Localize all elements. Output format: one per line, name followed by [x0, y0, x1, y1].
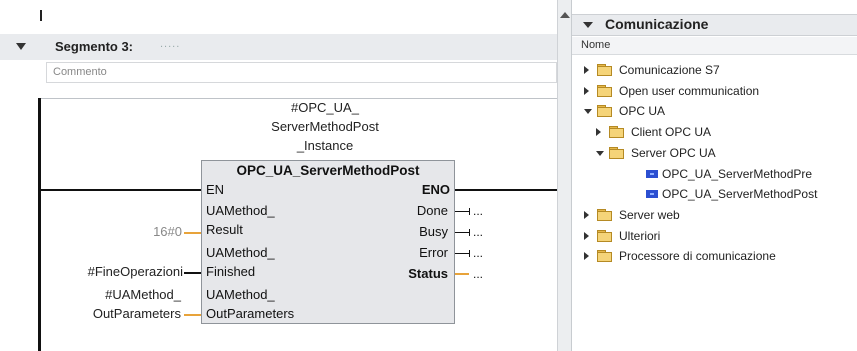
segment-name-placeholder[interactable]: .....: [160, 38, 180, 50]
error-tick: [469, 250, 470, 257]
tree-item[interactable]: Processore di comunicazione: [572, 247, 857, 267]
instance-db-line-2[interactable]: ServerMethodPost: [255, 119, 395, 134]
panel-title[interactable]: Comunicazione: [605, 16, 708, 32]
function-block-title[interactable]: OPC_UA_ServerMethodPost: [201, 163, 455, 178]
done-unassigned[interactable]: ...: [473, 204, 483, 218]
communication-panel: Comunicazione Nome Comunicazione S7 Open …: [571, 0, 857, 351]
cursor-mark: [40, 10, 42, 21]
tree-item-label: Server OPC UA: [631, 145, 716, 160]
tree-item[interactable]: Open user communication: [572, 82, 857, 102]
tree-item[interactable]: OPC_UA_ServerMethodPre: [572, 165, 857, 185]
actual-outparameters-2[interactable]: OutParameters: [60, 306, 181, 321]
tree-item-label: OPC_UA_ServerMethodPre: [662, 166, 813, 181]
busy-tick: [469, 229, 470, 236]
tree-item-label: OPC UA: [619, 104, 666, 119]
function-block-icon: [646, 169, 658, 178]
tree-item[interactable]: Server web: [572, 206, 857, 226]
segment-comment-field[interactable]: Commento: [46, 62, 557, 83]
eno-wire: [455, 189, 557, 191]
tree-item-label: Ulteriori: [619, 228, 661, 243]
finished-wire: [184, 272, 201, 274]
pin-eno: ENO: [421, 182, 450, 197]
editor-scrollbar[interactable]: [557, 0, 572, 351]
collapsed-arrow-icon[interactable]: [584, 66, 589, 74]
function-block-icon: [646, 190, 658, 199]
pin-busy: Busy: [419, 224, 448, 239]
tree-item-label: Comunicazione S7: [619, 63, 720, 77]
network-top-border: [38, 98, 557, 99]
error-wire: [455, 253, 469, 254]
pin-status: Status: [408, 266, 448, 281]
instance-db-line-3[interactable]: _Instance: [255, 138, 395, 153]
folder-icon: [609, 146, 625, 159]
tree-item-label: Processore di comunicazione: [619, 249, 776, 264]
pin-uamethod-result-2: Result: [206, 222, 243, 237]
busy-wire: [455, 232, 469, 233]
result-wire: [184, 232, 201, 234]
actual-finished-value[interactable]: #FineOperazioni: [60, 264, 183, 279]
power-rail: [38, 98, 41, 351]
folder-icon: [609, 126, 625, 139]
outparameters-wire: [184, 314, 201, 316]
tree-item[interactable]: Comunicazione S7: [572, 61, 857, 81]
status-wire: [455, 273, 469, 275]
folder-icon: [597, 105, 613, 118]
tree-item[interactable]: OPC UA: [572, 102, 857, 122]
segment-title: Segmento 3:: [55, 39, 134, 54]
pin-en: EN: [206, 182, 225, 197]
folder-icon: [597, 208, 613, 221]
folder-icon: [597, 64, 613, 76]
collapsed-arrow-icon[interactable]: [596, 128, 601, 137]
tree-item[interactable]: OPC_UA_ServerMethodPost: [572, 185, 857, 205]
collapsed-arrow-icon[interactable]: [584, 210, 589, 219]
pin-uamethod-finished-2: Finished: [206, 264, 256, 279]
instance-db-line-1[interactable]: #OPC_UA_: [255, 100, 395, 115]
ladder-editor[interactable]: Segmento 3: ..... Commento #OPC_UA_ Serv…: [0, 0, 557, 351]
busy-unassigned[interactable]: ...: [473, 225, 483, 239]
pin-uamethod-outparameters-2: OutParameters: [206, 306, 295, 321]
pin-uamethod-finished-1: UAMethod_: [206, 245, 275, 260]
expanded-arrow-icon[interactable]: [584, 109, 592, 115]
expanded-arrow-icon[interactable]: [596, 150, 604, 156]
tree-item[interactable]: Ulteriori: [572, 227, 857, 247]
collapsed-arrow-icon[interactable]: [584, 231, 589, 240]
en-wire: [40, 189, 201, 191]
tree-item-label: Open user communication: [619, 83, 760, 98]
tree-item[interactable]: Client OPC UA: [572, 123, 857, 143]
collapse-arrow-icon[interactable]: [16, 43, 26, 50]
chevron-down-icon[interactable]: [583, 22, 593, 28]
folder-icon: [597, 84, 613, 97]
tree-item-label: Server web: [619, 207, 680, 222]
actual-result-value[interactable]: 16#0: [120, 224, 182, 239]
pin-done: Done: [416, 203, 448, 218]
status-unassigned[interactable]: ...: [473, 267, 483, 281]
done-wire: [455, 211, 469, 212]
error-unassigned[interactable]: ...: [473, 246, 483, 260]
done-tick: [469, 208, 470, 215]
pin-error: Error: [419, 245, 448, 260]
folder-icon: [597, 250, 613, 263]
column-header[interactable]: Nome: [572, 37, 857, 55]
collapsed-arrow-icon[interactable]: [584, 86, 589, 95]
pin-uamethod-result-1: UAMethod_: [206, 203, 275, 218]
scroll-up-arrow-icon[interactable]: [560, 12, 570, 18]
pin-uamethod-outparameters-1: UAMethod_: [206, 287, 275, 302]
tree-item-label: OPC_UA_ServerMethodPost: [662, 187, 818, 202]
collapsed-arrow-icon[interactable]: [584, 252, 589, 261]
tree-item[interactable]: Server OPC UA: [572, 144, 857, 164]
column-header-name: Nome: [581, 39, 611, 51]
folder-icon: [597, 229, 613, 242]
tree-item-label: Client OPC UA: [631, 125, 712, 140]
actual-outparameters-1[interactable]: #UAMethod_: [60, 287, 181, 302]
